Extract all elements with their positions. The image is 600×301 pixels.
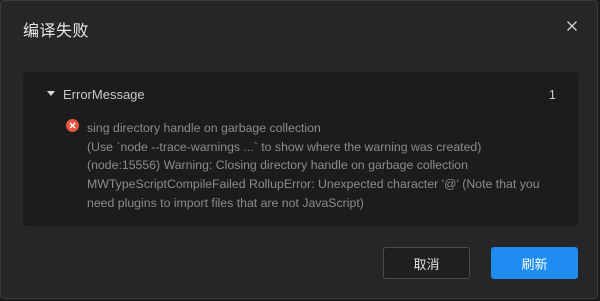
compile-failed-dialog: 编译失败 ErrorMessage 1 sing directory handl… [0, 0, 598, 299]
error-group-name: ErrorMessage [63, 87, 145, 102]
close-icon[interactable] [561, 15, 583, 37]
error-group-header[interactable]: ErrorMessage 1 [23, 72, 578, 118]
error-message-line: (Use `node --trace-warnings ...` to show… [87, 139, 482, 154]
error-message-line: MWTypeScriptCompileFailed RollupError: U… [87, 177, 540, 192]
error-message-line: need plugins to import files that are no… [87, 195, 364, 210]
error-count: 1 [548, 87, 556, 102]
cancel-button[interactable]: 取消 [383, 247, 470, 279]
error-panel: ErrorMessage 1 sing directory handle on … [23, 72, 578, 226]
error-message-line: (node:15556) Warning: Closing directory … [87, 158, 468, 173]
error-message: sing directory handle on garbage collect… [87, 119, 567, 213]
dialog-title: 编译失败 [23, 21, 90, 40]
error-message-line: sing directory handle on garbage collect… [87, 121, 321, 135]
error-circle-icon [66, 119, 79, 132]
caret-down-icon [47, 91, 55, 96]
refresh-button[interactable]: 刷新 [491, 247, 578, 279]
